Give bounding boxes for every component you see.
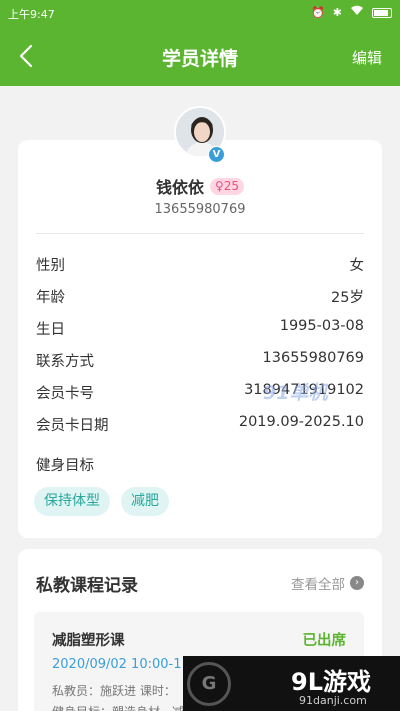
divider (36, 233, 364, 234)
bluetooth-icon: ✱ (332, 5, 342, 19)
info-label: 年龄 (36, 290, 65, 306)
info-row-card-date: 会员卡日期 2019.09-2025.10 (36, 414, 364, 436)
header-bar: 上午9:47 ⏰ ✱ 学员详情 编辑 (0, 0, 400, 86)
watermark-circle-icon: G (187, 662, 231, 706)
course-goal: 健身目标：塑造身材、减脂 (52, 703, 196, 711)
info-row-gender: 性别 女 (36, 254, 364, 276)
info-label: 性别 (36, 258, 65, 274)
page-title: 学员详情 (161, 48, 238, 70)
course-meta: 私教员：施跃进 课时： (52, 684, 176, 698)
alarm-icon: ⏰ (311, 5, 325, 19)
fitness-goal-tags: 保持体型 减肥 (34, 487, 169, 516)
battery-icon (372, 7, 392, 18)
student-phone: 13655980769 (154, 202, 246, 217)
student-name: 钱依依 (155, 178, 204, 197)
nav-bar: 学员详情 编辑 (0, 30, 400, 82)
name-row: 钱依依 ♀25 (18, 174, 382, 198)
info-row-age: 年龄 25岁 (36, 286, 364, 308)
edit-button[interactable]: 编辑 (352, 47, 382, 68)
status-bar: 上午9:47 ⏰ ✱ (0, 0, 400, 26)
status-icons: ⏰ ✱ (311, 5, 392, 20)
info-row-birthday: 生日 1995-03-08 (36, 318, 364, 340)
watermark-logo: 91单机 (263, 382, 328, 404)
info-label: 联系方式 (36, 354, 94, 370)
info-value: 1995-03-08 (279, 318, 364, 334)
profile-card: 钱依依 ♀25 13655980769 性别 女 年龄 25岁 生日 1995-0… (18, 140, 382, 538)
info-value: 13655980769 (262, 350, 364, 366)
info-value: 女 (349, 258, 365, 274)
info-value: 2019.09-2025.10 (238, 414, 364, 430)
chevron-right-icon: › (350, 576, 364, 590)
info-label: 会员卡日期 (36, 418, 109, 434)
goal-tag: 保持体型 (34, 487, 110, 516)
gender-age-badge: ♀25 (209, 177, 245, 195)
goal-tag: 减肥 (121, 487, 169, 516)
watermark-site: 91danji.com (299, 694, 367, 707)
course-name: 减脂塑形课 (52, 633, 125, 649)
fitness-goals-label: 健身目标 (36, 458, 94, 474)
view-all-link[interactable]: 查看全部 › (291, 573, 364, 593)
info-row-contact: 联系方式 13655980769 (36, 350, 364, 372)
view-all-label: 查看全部 (291, 577, 345, 593)
status-time: 上午9:47 (8, 8, 55, 21)
info-label: 生日 (36, 322, 65, 338)
section-title: 私教课程记录 (36, 576, 138, 596)
verified-icon: V (208, 146, 225, 163)
info-label: 会员卡号 (36, 386, 94, 402)
wifi-icon (350, 5, 364, 20)
info-value: 25岁 (331, 290, 364, 306)
attendance-status: 已出席 (302, 633, 347, 649)
watermark-brand: 9L游戏 (291, 668, 371, 696)
watermark-banner: G 9L游戏 91danji.com (183, 656, 400, 711)
